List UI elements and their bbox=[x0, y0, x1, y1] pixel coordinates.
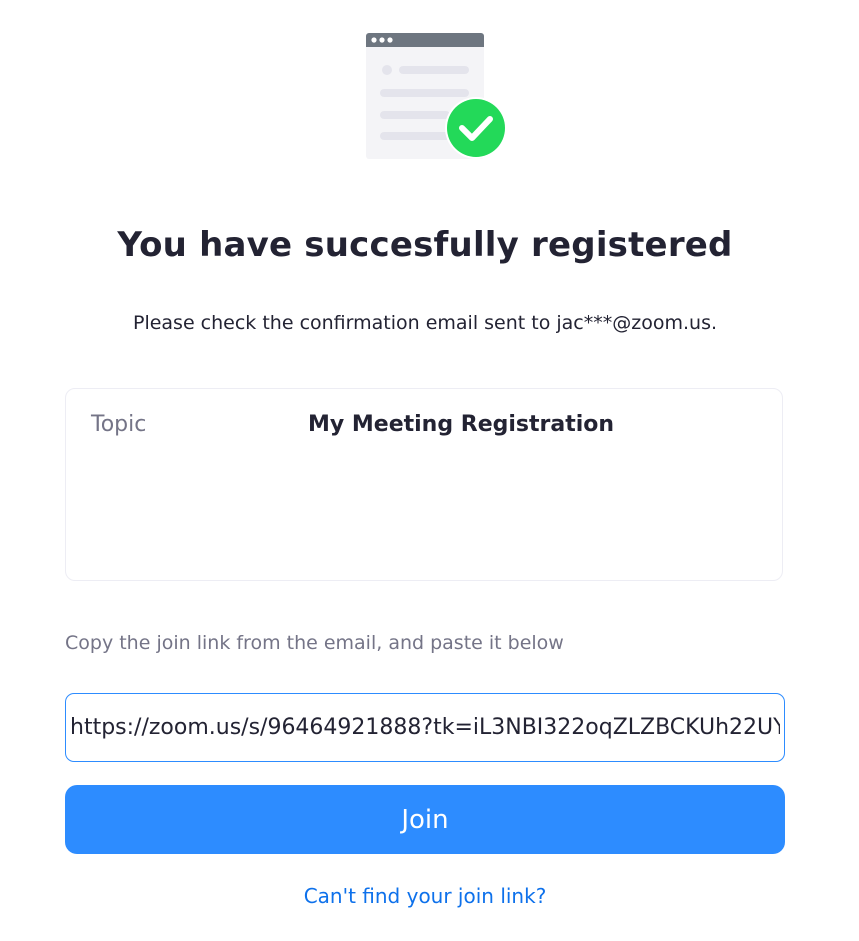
page-title: You have succesfully registered bbox=[117, 225, 733, 265]
topic-label: Topic bbox=[91, 412, 147, 437]
topic-value: My Meeting Registration bbox=[308, 412, 615, 437]
join-button[interactable]: Join bbox=[65, 785, 785, 854]
join-link-input[interactable] bbox=[65, 693, 785, 762]
confirmation-message: Please check the confirmation email sent… bbox=[132, 312, 718, 334]
join-link-instructions: Copy the join link from the email, and p… bbox=[65, 632, 564, 654]
registration-details-card: Topic My Meeting Registration bbox=[65, 388, 783, 581]
cant-find-join-link[interactable]: Can't find your join link? bbox=[0, 880, 850, 912]
document-check-icon bbox=[366, 33, 507, 159]
